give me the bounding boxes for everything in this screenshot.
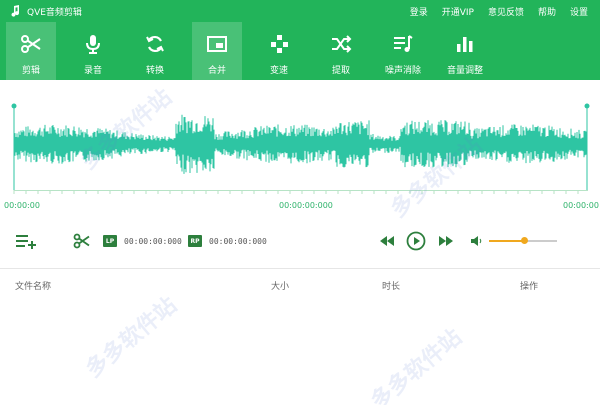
- volume-slider[interactable]: [489, 237, 557, 244]
- tool-cut[interactable]: 剪辑: [6, 22, 56, 80]
- tool-merge-label: 合并: [207, 66, 226, 76]
- fast-forward-icon[interactable]: [439, 235, 453, 247]
- microphone-icon: [82, 33, 104, 55]
- tool-convert[interactable]: 转换: [130, 22, 180, 80]
- music-note-icon: [9, 5, 21, 17]
- left-marker-handle[interactable]: [11, 103, 17, 109]
- merge-icon: [206, 33, 228, 55]
- waveform-path: [14, 114, 587, 174]
- tool-noise-reduction-label: 噪声消除: [384, 66, 421, 76]
- speed-icon: [268, 33, 290, 55]
- rewind-icon[interactable]: [380, 235, 394, 247]
- playback-controls: LP 00:00:00:000 RP 00:00:00:000: [0, 225, 600, 259]
- tool-merge[interactable]: 合并: [192, 22, 242, 80]
- tool-speed[interactable]: 变速: [254, 22, 304, 80]
- extract-icon: [330, 33, 352, 55]
- convert-icon: [144, 33, 166, 55]
- volume-slider-fill: [489, 240, 525, 242]
- file-list-header: 文件名称 大小 时长 操作: [0, 269, 600, 299]
- tool-noise-reduction[interactable]: 噪声消除: [378, 22, 428, 80]
- time-end-label: 00:00:00: [563, 201, 599, 210]
- scissors-icon: [20, 33, 42, 55]
- app-title: QVE音频剪辑: [27, 7, 82, 18]
- tool-extract-label: 提取: [331, 66, 350, 76]
- cut-scissors-icon[interactable]: [73, 233, 90, 249]
- title-bar: QVE音频剪辑 登录 开通VIP 意见反馈 帮助 设置: [0, 0, 600, 22]
- add-file-icon[interactable]: [15, 233, 37, 249]
- settings-link[interactable]: 设置: [570, 5, 588, 18]
- login-link[interactable]: 登录: [410, 5, 428, 18]
- help-link[interactable]: 帮助: [538, 5, 556, 18]
- tool-record[interactable]: 录音: [68, 22, 118, 80]
- right-marker-handle[interactable]: [584, 103, 590, 109]
- volume-slider-knob[interactable]: [521, 237, 529, 244]
- play-button[interactable]: [406, 231, 426, 251]
- tool-extract[interactable]: 提取: [316, 22, 366, 80]
- top-links: 登录 开通VIP 意见反馈 帮助 设置: [396, 0, 588, 22]
- tool-convert-label: 转换: [145, 66, 164, 76]
- column-file-name: 文件名称: [15, 282, 52, 292]
- column-duration: 时长: [382, 282, 401, 292]
- lp-time: 00:00:00:000: [124, 237, 182, 246]
- file-list: 文件名称 大小 时长 操作: [0, 268, 600, 405]
- tool-record-label: 录音: [83, 66, 102, 76]
- feedback-link[interactable]: 意见反馈: [488, 5, 524, 18]
- rp-time: 00:00:00:000: [209, 237, 267, 246]
- time-start-label: 00:00:00: [4, 201, 40, 210]
- vip-link[interactable]: 开通VIP: [442, 5, 474, 18]
- rp-badge[interactable]: RP: [188, 235, 202, 247]
- column-size: 大小: [271, 282, 290, 292]
- volume-adjust-icon: [454, 33, 476, 55]
- time-mid-label: 00:00:00:000: [279, 201, 333, 210]
- lp-badge[interactable]: LP: [103, 235, 117, 247]
- app-window: QVE音频剪辑 登录 开通VIP 意见反馈 帮助 设置 剪辑 录音 转换 合并 …: [0, 0, 600, 405]
- tool-volume-adjust[interactable]: 音量调整: [440, 22, 490, 80]
- tool-speed-label: 变速: [269, 66, 288, 76]
- volume-icon[interactable]: [470, 234, 482, 248]
- tool-volume-adjust-label: 音量调整: [446, 66, 483, 76]
- tool-cut-label: 剪辑: [21, 66, 40, 76]
- main-toolbar: 剪辑 录音 转换 合并 变速 提取 噪声消除 音量调整: [0, 22, 600, 80]
- column-actions: 操作: [520, 282, 539, 292]
- waveform-panel[interactable]: 00:00:00 00:00:00:000 00:00:00: [0, 80, 600, 215]
- noise-reduction-icon: [392, 33, 414, 55]
- time-ruler: [14, 190, 588, 195]
